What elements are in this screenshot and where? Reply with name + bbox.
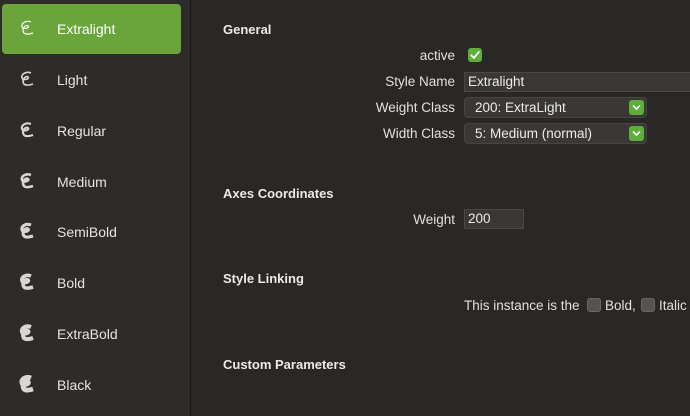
checkmark-icon [470,51,480,59]
sidebar-item-label: Bold [57,275,86,291]
sidebar-item-medium[interactable]: Medium [2,157,181,207]
sidebar-item-label: SemiBold [57,224,117,240]
width-class-select[interactable]: 5: Medium (normal) [464,123,647,144]
weight-axis-label: Weight [413,212,455,227]
sidebar-item-label: Extralight [57,21,116,37]
active-checkbox[interactable] [468,48,482,62]
font-instance-icon [19,324,34,342]
sidebar-item-semibold[interactable]: SemiBold [2,207,181,257]
font-instance-icon [21,20,34,35]
sidebar-item-bold[interactable]: Bold [2,258,181,308]
italic-checkbox-label: Italic [659,298,687,313]
sidebar-item-label: Medium [57,174,107,190]
instances-sidebar: Extralight Light Regular Medium SemiBold… [0,0,191,416]
sidebar-item-label: Black [57,377,92,393]
chevron-down-icon [629,126,644,141]
bold-checkbox-label: Bold, [605,298,636,313]
width-class-label: Width Class [382,126,455,141]
weight-axis-field[interactable]: 200 [464,209,524,229]
font-instance-icon [19,374,34,393]
sidebar-item-light[interactable]: Light [2,55,181,105]
sidebar-item-label: Light [57,72,88,88]
section-title-custom-parameters: Custom Parameters [223,357,346,372]
sidebar-item-extralight[interactable]: Extralight [2,4,181,54]
width-class-value: 5: Medium (normal) [475,126,593,141]
style-name-field[interactable]: Extralight [464,72,690,92]
font-instance-icon [20,173,34,189]
font-instance-icon [21,71,34,86]
sidebar-item-label: ExtraBold [57,326,118,342]
weight-class-label: Weight Class [375,100,455,115]
style-linking-prefix: This instance is the [464,298,580,313]
weight-class-select[interactable]: 200: ExtraLight [464,97,647,118]
sidebar-item-extrabold[interactable]: ExtraBold [2,309,181,359]
font-instance-icon [20,222,34,239]
font-instance-icon [20,273,34,290]
section-title-general: General [223,22,272,37]
font-instance-icon [20,122,34,138]
style-name-label: Style Name [385,74,455,89]
weight-class-value: 200: ExtraLight [475,100,566,115]
section-title-axes: Axes Coordinates [223,186,334,201]
chevron-down-icon [629,100,644,115]
bold-checkbox[interactable] [587,298,601,312]
sidebar-item-label: Regular [57,123,107,139]
italic-checkbox[interactable] [641,298,655,312]
sidebar-item-regular[interactable]: Regular [2,106,181,156]
sidebar-item-black[interactable]: Black [2,360,181,410]
active-label: active [419,48,455,63]
instance-settings-panel: General active Style Name Extralight Wei… [191,0,690,416]
section-title-style-linking: Style Linking [223,271,304,286]
